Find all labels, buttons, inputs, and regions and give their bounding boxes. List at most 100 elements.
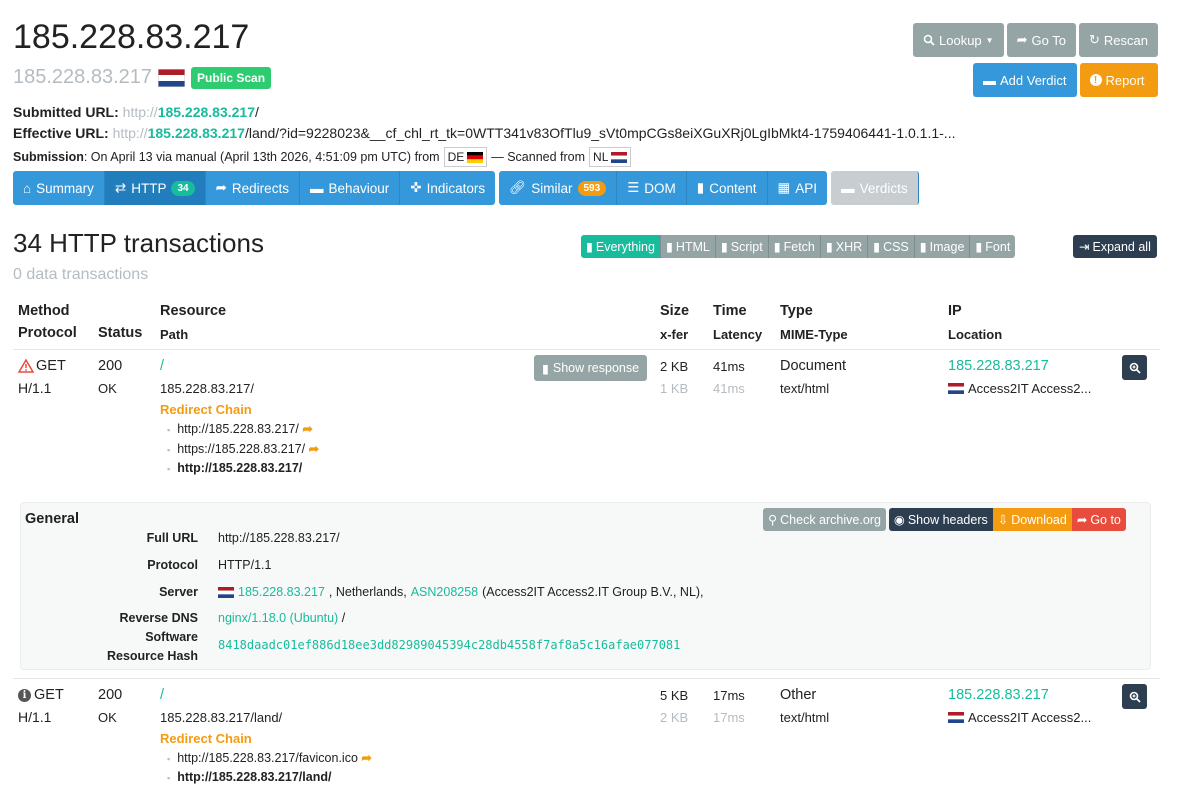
protocol-value: HTTP/1.1 bbox=[218, 558, 272, 572]
tab-redirects[interactable]: ➦ Redirects bbox=[205, 171, 300, 205]
filter-image[interactable]: ▮ Image bbox=[914, 235, 971, 258]
show-headers-button[interactable]: ◉ Show headers bbox=[888, 508, 993, 531]
report-button[interactable]: ! Report bbox=[1079, 63, 1158, 97]
row-ip-link[interactable]: 185.228.83.217 bbox=[948, 687, 1049, 703]
inspect-button[interactable] bbox=[1122, 355, 1147, 380]
list-item: http://185.228.83.217/land/ bbox=[167, 770, 372, 784]
scanned-from-text: — Scanned from bbox=[491, 150, 586, 164]
list-item: http://185.228.83.217/ bbox=[167, 461, 319, 475]
add-verdict-button[interactable]: ▬ Add Verdict bbox=[973, 63, 1077, 97]
subtitle-ip: 185.228.83.217 bbox=[13, 66, 153, 88]
tab-api[interactable]: ▦ API bbox=[767, 171, 828, 205]
http-count-badge: 34 bbox=[171, 180, 195, 196]
show-response-button[interactable]: ▮ Show response bbox=[534, 355, 648, 381]
file-icon: ▮ bbox=[586, 240, 593, 254]
full-url-value: http://185.228.83.217/ bbox=[218, 531, 340, 545]
share-arrow-icon: ➦ bbox=[1016, 32, 1028, 47]
expand-all-button[interactable]: ⇥ Expand all bbox=[1073, 235, 1157, 258]
col-resource: Resource bbox=[160, 303, 227, 319]
list-item: http://185.228.83.217/ ➦ bbox=[167, 421, 319, 436]
share-arrow-icon: ➦ bbox=[215, 180, 227, 195]
row-resource-link[interactable]: / bbox=[160, 358, 164, 374]
exchange-icon: ⇄ bbox=[114, 180, 127, 195]
row-protocol: H/1.1 bbox=[18, 709, 52, 725]
row-time: 17ms bbox=[713, 688, 745, 703]
server-ip-link[interactable]: 185.228.83.217 bbox=[238, 585, 325, 599]
row-mime: text/html bbox=[780, 381, 830, 396]
subtitle-row: 185.228.83.217 Public Scan bbox=[13, 66, 272, 89]
info-icon: i bbox=[18, 688, 31, 702]
tab-behaviour[interactable]: ▬ Behaviour bbox=[299, 171, 401, 205]
submitted-url-link[interactable]: http://185.228.83.217/ bbox=[123, 104, 259, 120]
general-title: General bbox=[25, 511, 79, 527]
nl-flag-icon bbox=[948, 712, 964, 723]
tab-summary[interactable]: ⌂ Summary bbox=[13, 171, 105, 205]
filter-html[interactable]: ▮ HTML bbox=[660, 235, 716, 258]
list-item: http://185.228.83.217/favicon.ico ➦ bbox=[167, 750, 372, 765]
similar-count-badge: 593 bbox=[577, 180, 607, 196]
list-icon: ☰ bbox=[627, 180, 640, 195]
tab-indicators[interactable]: ✜ Indicators bbox=[400, 171, 496, 205]
redirect-arrow-icon: ➦ bbox=[308, 442, 320, 456]
col-protocol: Protocol bbox=[18, 325, 77, 341]
transactions-heading: 34 HTTP transactions bbox=[13, 228, 264, 258]
de-flag-icon bbox=[467, 151, 484, 163]
zoom-icon bbox=[1129, 362, 1141, 374]
filter-label: Everything bbox=[595, 239, 655, 254]
filter-label: Script bbox=[730, 239, 763, 254]
eye-icon: ◉ bbox=[893, 513, 905, 527]
warning-icon bbox=[18, 359, 34, 373]
filter-font[interactable]: ▮ Font bbox=[970, 235, 1016, 258]
inspect-button[interactable] bbox=[1122, 684, 1147, 709]
row-status-text: OK bbox=[98, 381, 117, 396]
filter-label: Fetch bbox=[783, 239, 815, 254]
tab-verdicts[interactable]: ▬ Verdicts bbox=[831, 171, 919, 205]
tab-dom[interactable]: ☰ DOM bbox=[617, 171, 687, 205]
protocol-label: Protocol bbox=[147, 558, 198, 572]
crosshair-icon: ✜ bbox=[410, 180, 422, 195]
download-button[interactable]: ⇩ Download bbox=[992, 508, 1072, 531]
row-location: Access2IT Access2... bbox=[948, 710, 1091, 725]
resource-hash-link[interactable]: 8418daadc01ef886d18ee3dd82989045394c28db… bbox=[218, 638, 680, 652]
search-icon bbox=[923, 34, 935, 46]
col-type: Type bbox=[780, 303, 813, 319]
col-time: Time bbox=[713, 303, 747, 319]
type-filters: ▮ Everything ▮ HTML ▮ Script ▮ Fetch ▮ XHR ▮ CSS ▮ Im… bbox=[581, 235, 1016, 258]
refresh-icon: ↻ bbox=[1088, 32, 1100, 47]
filter-label: Font bbox=[985, 239, 1011, 254]
submitted-url-row: Submitted URL: http://185.228.83.217/ bbox=[13, 104, 259, 120]
tab-http[interactable]: ⇄ HTTP 34 bbox=[104, 171, 206, 205]
filter-label: HTML bbox=[675, 239, 710, 254]
check-archive-button[interactable]: ⚲ Check archive.org bbox=[763, 508, 886, 531]
tab-similar[interactable]: 🔗︎ Similar 593 bbox=[499, 171, 618, 205]
tab-content[interactable]: ▮ Content bbox=[686, 171, 768, 205]
row-resource-link[interactable]: / bbox=[160, 687, 164, 703]
lookup-button[interactable]: Lookup ▼ bbox=[913, 23, 1004, 57]
goto-url-button[interactable]: ➦ Go to bbox=[1071, 508, 1126, 531]
col-ip: IP bbox=[948, 303, 962, 319]
filter-css[interactable]: ▮ CSS bbox=[868, 235, 915, 258]
effective-url-link[interactable]: http://185.228.83.217/land/?id=9228023&_… bbox=[113, 125, 956, 141]
rescan-button[interactable]: ↻ Rescan bbox=[1078, 23, 1158, 57]
nl-flag-icon bbox=[611, 151, 628, 163]
goto-button[interactable]: ➦ Go To bbox=[1006, 23, 1076, 57]
filter-everything[interactable]: ▮ Everything bbox=[581, 235, 661, 258]
rescan-label: Rescan bbox=[1103, 32, 1148, 48]
filter-fetch[interactable]: ▮ Fetch bbox=[768, 235, 821, 258]
software-link[interactable]: nginx/1.18.0 (Ubuntu) bbox=[218, 611, 338, 625]
reverse-dns-label: Reverse DNS bbox=[119, 611, 198, 625]
row-size: 2 KB bbox=[660, 359, 689, 374]
col-size: Size bbox=[660, 303, 690, 319]
file-icon: ▮ bbox=[665, 240, 673, 254]
file-icon: ▮ bbox=[873, 240, 881, 254]
row-mime: text/html bbox=[780, 710, 830, 725]
general-actions: ⚲ Check archive.org ◉ Show headers ⇩ Downlo… bbox=[763, 508, 1126, 531]
filter-script[interactable]: ▮ Script bbox=[715, 235, 769, 258]
filter-xhr[interactable]: ▮ XHR bbox=[820, 235, 869, 258]
filter-label: Image bbox=[929, 239, 965, 254]
row-ip-link[interactable]: 185.228.83.217 bbox=[948, 358, 1049, 374]
submitted-from-country: DE bbox=[443, 147, 488, 167]
submitted-url-label: Submitted URL: bbox=[13, 104, 119, 120]
asn-link[interactable]: ASN208258 bbox=[411, 585, 478, 599]
search-icon: ⚲ bbox=[768, 513, 778, 527]
